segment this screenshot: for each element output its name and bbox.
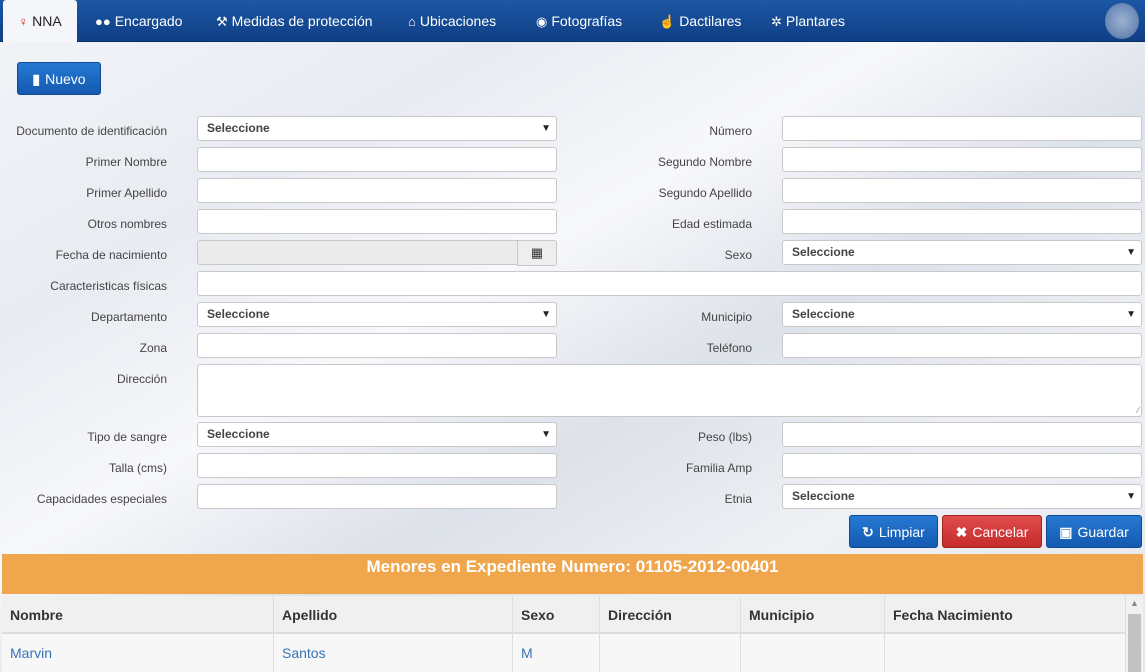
home-icon: ⌂ xyxy=(408,14,416,29)
tab-label: Encargado xyxy=(114,13,183,29)
footprint-icon: ✲ xyxy=(771,14,782,29)
column-header-apellido[interactable]: Apellido xyxy=(274,596,513,634)
tab-label: Plantares xyxy=(785,13,846,29)
tab-encargado[interactable]: ●● Encargado xyxy=(95,0,182,42)
select-value: Seleccione xyxy=(792,307,855,321)
direccion-label: Dirección xyxy=(116,372,167,386)
guardar-button[interactable]: ▣ Guardar xyxy=(1046,515,1142,548)
sexo-select[interactable]: Seleccione ▼ xyxy=(782,240,1142,265)
resize-grip-icon[interactable]: ∕ xyxy=(1137,405,1139,415)
column-header-sexo[interactable]: Sexo xyxy=(513,596,600,634)
cell-municipio xyxy=(741,634,885,672)
municipio-label: Municipio xyxy=(701,310,752,324)
telefono-label: Teléfono xyxy=(706,341,752,355)
expediente-banner: Menores en Expediente Numero: 01105-2012… xyxy=(2,554,1143,594)
file-icon: ▮ xyxy=(32,71,41,87)
column-header-municipio[interactable]: Municipio xyxy=(741,596,885,634)
gavel-icon: ⚒ xyxy=(216,14,228,29)
direccion-textarea[interactable]: ∕ xyxy=(197,364,1142,417)
telefono-input[interactable] xyxy=(782,333,1142,358)
tab-plantares[interactable]: ✲ Plantares xyxy=(771,0,845,42)
scroll-up-icon[interactable]: ▲ xyxy=(1130,598,1139,608)
tab-label: Dactilares xyxy=(679,13,742,29)
column-header-direccion[interactable]: Dirección xyxy=(600,596,741,634)
caracteristicas-label: Caracteristicas físicas xyxy=(50,279,167,293)
edad-estimada-label: Edad estimada xyxy=(671,217,752,231)
top-navigation: ♀ NNA ●● Encargado ⚒ Medidas de protección … xyxy=(0,0,1145,42)
select-value: Seleccione xyxy=(792,245,855,259)
tab-label: Ubicaciones xyxy=(419,13,497,29)
chevron-down-icon: ▼ xyxy=(1126,491,1136,502)
numero-input[interactable] xyxy=(782,116,1142,141)
column-header-fecha-nacimiento[interactable]: Fecha Nacimiento xyxy=(885,596,1126,634)
familia-amp-input[interactable] xyxy=(782,453,1142,478)
table-scrollbar[interactable]: ▲ xyxy=(1126,596,1143,672)
camera-icon: ◉ xyxy=(536,14,548,29)
segundo-apellido-input[interactable] xyxy=(782,178,1142,203)
guardar-label: Guardar xyxy=(1077,524,1129,540)
limpiar-label: Limpiar xyxy=(878,524,925,540)
edad-estimada-input[interactable] xyxy=(782,209,1142,234)
scrollbar-thumb[interactable] xyxy=(1128,614,1141,672)
cell-apellido[interactable]: Santos xyxy=(274,634,513,672)
segundo-nombre-label: Segundo Nombre xyxy=(657,155,752,169)
refresh-icon: ↻ xyxy=(862,524,874,540)
tab-label: Fotografías xyxy=(551,13,623,29)
guatemala-seal-logo xyxy=(1105,3,1139,39)
peso-label: Peso (lbs) xyxy=(697,430,752,444)
sexo-label: Sexo xyxy=(724,248,752,262)
tab-medidas[interactable]: ⚒ Medidas de protección xyxy=(216,0,373,42)
cell-fecha-nacimiento xyxy=(885,634,1126,672)
chevron-down-icon: ▼ xyxy=(1126,309,1136,320)
column-header-nombre[interactable]: Nombre xyxy=(2,596,274,634)
cancelar-button[interactable]: ✖ Cancelar xyxy=(942,515,1042,548)
etnia-label: Etnia xyxy=(724,492,752,506)
cancelar-label: Cancelar xyxy=(972,524,1029,540)
tab-dactilares[interactable]: ☝ Dactilares xyxy=(659,0,741,42)
tab-label: NNA xyxy=(32,13,62,29)
caracteristicas-input[interactable] xyxy=(197,271,1142,296)
tab-fotografias[interactable]: ◉ Fotografías xyxy=(536,0,622,42)
etnia-select[interactable]: Seleccione ▼ xyxy=(782,484,1142,509)
cell-direccion xyxy=(600,634,741,672)
municipio-select[interactable]: Seleccione ▼ xyxy=(782,302,1142,327)
hand-icon: ☝ xyxy=(659,14,676,29)
chevron-down-icon: ▼ xyxy=(1126,247,1136,258)
limpiar-button[interactable]: ↻ Limpiar xyxy=(849,515,938,548)
nuevo-button[interactable]: ▮ Nuevo xyxy=(17,62,101,95)
tab-nna[interactable]: ♀ NNA xyxy=(3,0,77,42)
select-value: Seleccione xyxy=(792,489,855,503)
tab-ubicaciones[interactable]: ⌂ Ubicaciones xyxy=(408,0,496,42)
numero-label: Número xyxy=(709,124,752,138)
cell-nombre[interactable]: Marvin xyxy=(2,634,274,672)
peso-input[interactable] xyxy=(782,422,1142,447)
users-icon: ●● xyxy=(95,14,111,29)
child-icon: ♀ xyxy=(18,14,29,29)
nuevo-label: Nuevo xyxy=(45,71,86,87)
save-icon: ▣ xyxy=(1059,524,1073,540)
familia-amp-label: Familia Amp xyxy=(685,461,752,475)
cell-sexo[interactable]: M xyxy=(513,634,600,672)
tab-label: Medidas de protección xyxy=(231,13,373,29)
segundo-nombre-input[interactable] xyxy=(782,147,1142,172)
close-icon: ✖ xyxy=(955,524,968,540)
segundo-apellido-label: Segundo Apellido xyxy=(658,186,752,200)
